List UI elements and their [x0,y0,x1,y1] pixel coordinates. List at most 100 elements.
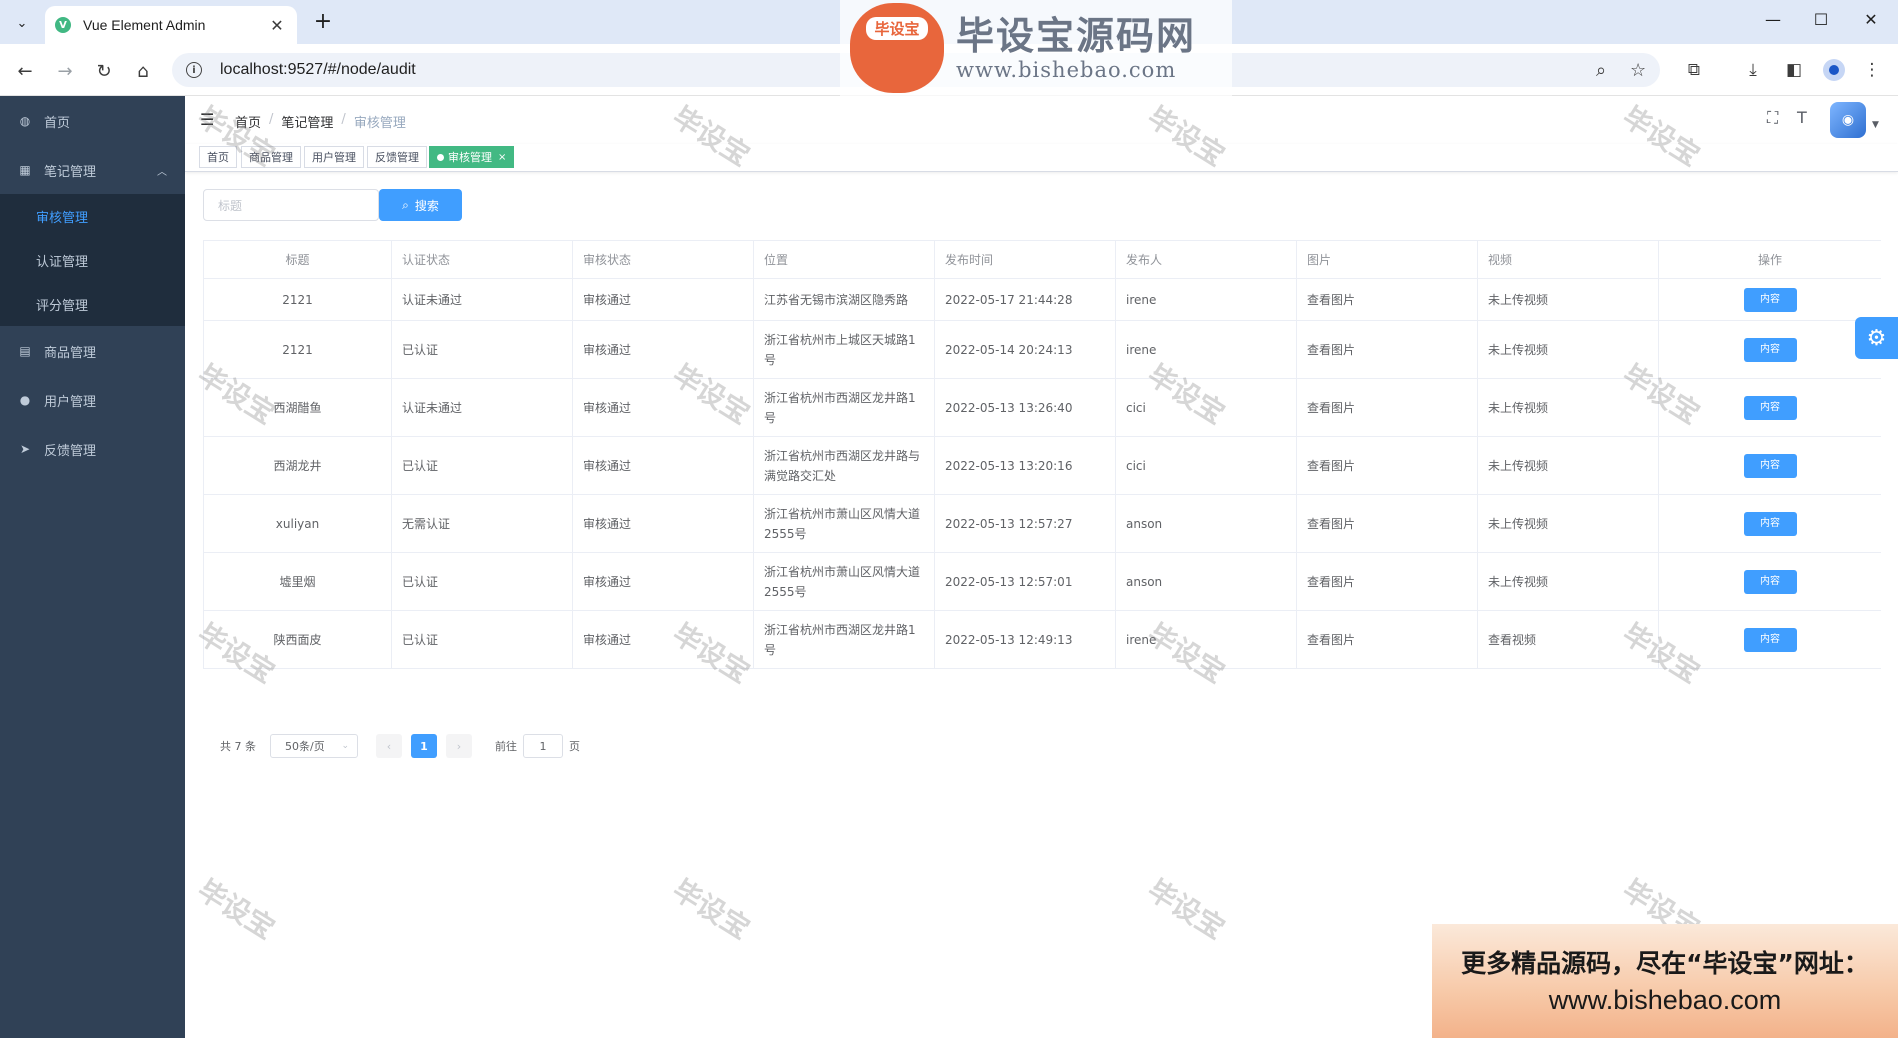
cell-video[interactable]: 未上传视频 [1478,553,1659,610]
content-button[interactable]: 内容 [1743,287,1797,312]
tag-users[interactable]: 用户管理 [304,146,364,168]
cell-image[interactable]: 查看图片 [1297,611,1478,668]
sidebar-item-home[interactable]: ◍ 首页 [0,96,185,146]
col-header: 发布时间 [935,241,1116,278]
browser-tab[interactable]: V Vue Element Admin ✕ [45,6,297,44]
sidebar-item-users[interactable]: ● 用户管理 [0,375,185,425]
watermark-text: 毕设宝 [1141,873,1231,946]
tab-search-chevron-icon[interactable]: ⌄ [9,10,35,36]
sidebar-item-label: 审核管理 [36,210,89,226]
sidebar-item-label: 认证管理 [36,254,89,270]
new-tab-plus-icon[interactable]: + [310,9,336,34]
reload-icon[interactable]: ↻ [90,57,118,85]
window-close-icon[interactable]: ✕ [1856,10,1886,29]
content-button[interactable]: 内容 [1743,337,1797,362]
content-button[interactable]: 内容 [1743,569,1797,594]
cell-audit: 审核通过 [573,321,754,378]
cell-time: 2022-05-17 21:44:28 [935,279,1116,320]
cell-image[interactable]: 查看图片 [1297,495,1478,552]
cell-image[interactable]: 查看图片 [1297,437,1478,494]
col-header: 审核状态 [573,241,754,278]
page-suffix-label: 页 [569,740,580,753]
table-icon: ▦ [19,163,31,177]
table-header: 标题 认证状态 审核状态 位置 发布时间 发布人 图片 视频 操作 [204,241,1881,279]
sidebar: ◍ 首页 ▦ 笔记管理 ︿ 审核管理 认证管理 评分管理 ▤ 商品管理 ● 用户… [0,96,185,1038]
audit-table: 标题 认证状态 审核状态 位置 发布时间 发布人 图片 视频 操作 2121 认证… [203,240,1881,669]
sidebar-item-feedback[interactable]: ➤ 反馈管理 [0,424,185,474]
cell-cert: 无需认证 [392,495,573,552]
page-number-current[interactable]: 1 [411,734,437,758]
cell-cert: 已认证 [392,437,573,494]
download-icon[interactable]: ⤓ [1741,58,1765,82]
cell-location: 浙江省杭州市萧山区风情大道2555号 [754,553,935,610]
cell-time: 2022-05-13 12:57:27 [935,495,1116,552]
side-panel-icon[interactable]: ◧ [1782,58,1806,82]
profile-avatar-icon[interactable] [1822,58,1846,82]
search-button-label: 搜索 [414,198,439,213]
sidebar-item-label: 用户管理 [44,394,97,410]
user-icon: ● [19,393,31,407]
send-icon: ➤ [19,442,31,456]
cell-cert: 认证未通过 [392,279,573,320]
cell-image[interactable]: 查看图片 [1297,553,1478,610]
prev-page-button[interactable]: ‹ [376,734,402,758]
settings-gear-button[interactable]: ⚙ [1855,317,1898,359]
cell-audit: 审核通过 [573,279,754,320]
bookmark-star-icon[interactable]: ☆ [1630,60,1646,81]
tag-audit[interactable]: 审核管理 × [429,146,515,168]
goto-page-input[interactable]: 1 [523,734,563,758]
cell-video[interactable]: 未上传视频 [1478,279,1659,320]
site-info-icon[interactable]: i [186,62,202,78]
cell-cert: 已认证 [392,321,573,378]
tag-feedback[interactable]: 反馈管理 [367,146,427,168]
sidebar-item-rating[interactable]: 评分管理 [0,282,185,326]
breadcrumb-notes[interactable]: 笔记管理 [281,112,333,131]
fullscreen-icon[interactable]: ⛶ [1767,108,1778,128]
brand-name: 毕设宝源码网 [956,14,1197,58]
content-button[interactable]: 内容 [1743,453,1797,478]
sidebar-item-notes[interactable]: ▦ 笔记管理 ︿ [0,145,185,195]
cell-author: anson [1116,495,1297,552]
cell-cert: 已认证 [392,611,573,668]
cell-actions: 内容 [1659,553,1881,610]
browser-menu-icon[interactable]: ⋮ [1860,58,1884,82]
cell-image[interactable]: 查看图片 [1297,321,1478,378]
avatar[interactable]: ◉ [1830,102,1866,138]
cell-time: 2022-05-13 13:20:16 [935,437,1116,494]
search-icon: ⌕ [402,197,409,212]
cell-video[interactable]: 未上传视频 [1478,437,1659,494]
cell-cert: 认证未通过 [392,379,573,436]
content-button[interactable]: 内容 [1743,627,1797,652]
cell-time: 2022-05-14 20:24:13 [935,321,1116,378]
cell-image[interactable]: 查看图片 [1297,379,1478,436]
sidebar-item-audit[interactable]: 审核管理 [0,194,185,238]
search-button[interactable]: ⌕ 搜索 [379,189,462,221]
sidebar-item-label: 首页 [44,115,71,131]
maximize-icon[interactable]: ☐ [1806,10,1836,29]
zoom-icon[interactable]: ⌕ [1596,60,1606,81]
close-tab-icon[interactable]: ✕ [267,16,287,35]
next-page-button[interactable]: › [446,734,472,758]
forward-arrow-icon[interactable]: → [51,57,79,85]
tag-label: 反馈管理 [375,151,419,164]
cell-image[interactable]: 查看图片 [1297,279,1478,320]
close-icon[interactable]: × [498,152,506,163]
cell-video[interactable]: 未上传视频 [1478,495,1659,552]
watermark-logo: 毕设宝 毕设宝源码网 www.bishebao.com [840,0,1232,96]
cell-actions: 内容 [1659,321,1881,378]
sidebar-item-products[interactable]: ▤ 商品管理 [0,326,185,376]
content-button[interactable]: 内容 [1743,511,1797,536]
minimize-icon[interactable]: — [1758,10,1788,29]
sidebar-item-certification[interactable]: 认证管理 [0,238,185,282]
back-arrow-icon[interactable]: ← [11,57,39,85]
title-search-input[interactable]: 标题 [203,189,379,221]
font-size-icon[interactable]: T [1797,108,1807,127]
content-button[interactable]: 内容 [1743,395,1797,420]
promo-line-2: www.bishebao.com [1548,985,1782,1015]
home-icon[interactable]: ⌂ [129,57,157,85]
cell-location: 浙江省杭州市西湖区龙井路1号 [754,379,935,436]
table-row: 西湖龙井 已认证 审核通过 浙江省杭州市西湖区龙井路与满觉路交汇处 2022-05-13… [204,437,1881,495]
extensions-puzzle-icon[interactable]: ⧉ [1682,58,1706,82]
caret-down-icon[interactable]: ▼ [1872,120,1879,130]
page-size-select[interactable]: 50条/页 ⌄ [270,734,358,758]
